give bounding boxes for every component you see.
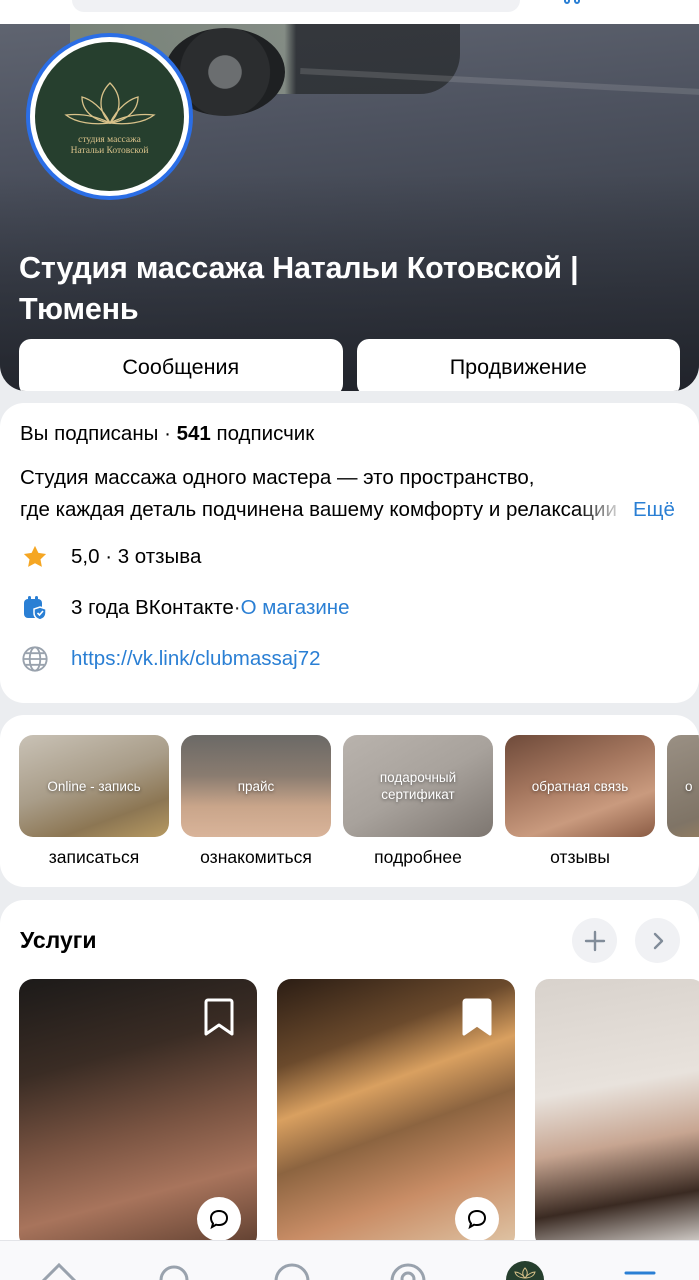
story-thumbnail: прайс (181, 735, 331, 837)
star-icon (20, 542, 50, 572)
calendar-shield-icon (20, 593, 50, 623)
bottom-navigation (0, 1240, 699, 1280)
services-section: Услуги (0, 900, 699, 1280)
comment-bubble-icon[interactable] (197, 1197, 241, 1241)
services-icon[interactable] (388, 1261, 428, 1280)
top-bar (0, 0, 699, 24)
top-right-icon[interactable] (563, 0, 583, 4)
globe-icon (20, 644, 50, 674)
service-card[interactable] (277, 979, 515, 1249)
messenger-icon[interactable] (272, 1261, 312, 1280)
community-avatar[interactable] (505, 1261, 545, 1280)
info-card: Вы подписаны · 541 подписчик Студия масс… (0, 403, 699, 703)
story-item[interactable]: о (667, 735, 699, 847)
comment-bubble-icon[interactable] (455, 1197, 499, 1241)
services-next-button[interactable] (635, 918, 680, 963)
story-item[interactable]: подарочный сертификат подробнее (343, 735, 493, 868)
home-icon[interactable] (39, 1261, 79, 1280)
lotus-logo-icon (63, 81, 156, 124)
story-thumbnail: подарочный сертификат (343, 735, 493, 837)
story-thumbnail: о (667, 735, 699, 837)
stories-strip: Online - запись записаться прайс ознаком… (0, 715, 699, 887)
messages-button[interactable]: Сообщения (19, 339, 343, 391)
website-link[interactable]: https://vk.link/clubmassaj72 (71, 647, 321, 671)
service-card[interactable] (535, 979, 699, 1249)
story-label: подробнее (374, 847, 462, 867)
search-field[interactable] (72, 0, 520, 12)
services-title[interactable]: Услуги (20, 927, 96, 954)
community-avatar[interactable]: студия массажа Натальи Котовской (26, 33, 193, 200)
service-card[interactable] (19, 979, 257, 1249)
community-title: Студия массажа Натальи Котовской | Тюмен… (19, 251, 579, 326)
story-label: отзывы (550, 847, 610, 867)
community-description: Студия массажа одного мастера — это прос… (20, 466, 617, 521)
description-more-link[interactable]: Ещё (633, 494, 675, 526)
story-thumbnail: Online - запись (19, 735, 169, 837)
community-logo: студия массажа Натальи Котовской (35, 42, 184, 191)
menu-icon[interactable] (620, 1261, 660, 1280)
about-shop-link[interactable]: О магазине (241, 596, 350, 620)
subscriber-count: 541 (176, 422, 211, 445)
plus-icon (584, 930, 605, 951)
bookmark-icon[interactable] (201, 997, 237, 1037)
search-icon[interactable] (155, 1261, 195, 1280)
story-item[interactable]: прайс ознакомиться (181, 735, 331, 868)
story-label: ознакомиться (200, 847, 312, 867)
bookmark-icon[interactable] (459, 997, 495, 1037)
story-item[interactable]: обратная связь отзывы (505, 735, 655, 868)
story-item[interactable]: Online - запись записаться (19, 735, 169, 868)
lotus-mini-icon (514, 1267, 536, 1279)
rating-row[interactable]: 5,0 · 3 отзыва (20, 541, 201, 573)
website-row[interactable]: https://vk.link/clubmassaj72 (20, 643, 321, 675)
story-label: записаться (48, 847, 140, 867)
chevron-right-icon (653, 932, 663, 949)
subscription-status[interactable]: Вы подписаны · 541 подписчик (20, 422, 314, 446)
add-service-button[interactable] (572, 918, 617, 963)
promotion-button[interactable]: Продвижение (356, 339, 680, 391)
story-thumbnail: обратная связь (505, 735, 655, 837)
age-row: 3 года ВКонтакте · О магазине (20, 592, 350, 624)
header-actions: Сообщения Продвижение (19, 339, 680, 391)
logo-caption: студия массажа Натальи Котовской (70, 134, 149, 156)
